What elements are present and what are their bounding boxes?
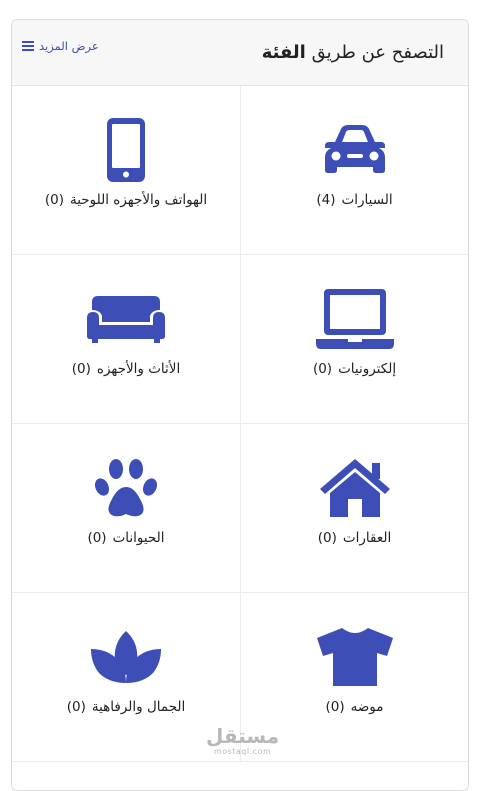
category-furniture-appliances[interactable]: الأثاث والأجهزه (0) — [12, 255, 240, 424]
category-label: موضه (0) — [325, 699, 383, 715]
laptop-icon — [315, 283, 395, 355]
category-label: العقارات (0) — [318, 530, 391, 546]
category-name: الجمال والرفاهية — [91, 699, 186, 715]
category-name: العقارات — [342, 530, 392, 546]
category-count: (4) — [316, 192, 336, 208]
category-animals[interactable]: الحيوانات (0) — [12, 424, 240, 593]
car-icon — [321, 114, 389, 186]
tshirt-icon — [315, 621, 395, 693]
category-count: (0) — [325, 699, 345, 715]
category-cars[interactable]: السيارات (4) — [240, 86, 468, 255]
card-title-emphasis: الفئة — [261, 42, 306, 63]
category-count: (0) — [317, 530, 337, 546]
category-name: الهواتف والأجهزه اللوحية — [69, 192, 208, 208]
category-real-estate[interactable]: العقارات (0) — [240, 424, 468, 593]
category-count: (0) — [87, 530, 107, 546]
category-name: موضه — [350, 699, 384, 715]
lotus-icon — [89, 621, 163, 693]
card-title: التصفح عن طريق الفئة — [262, 42, 444, 63]
category-count: (0) — [312, 361, 333, 377]
category-label: إلكترونيات (0) — [313, 361, 396, 377]
browse-by-category-card: التصفح عن طريق الفئة عرض المزيد السيارات… — [11, 19, 469, 791]
see-more-link[interactable]: عرض المزيد — [22, 39, 99, 53]
category-label: الأثاث والأجهزه (0) — [72, 361, 181, 377]
menu-bars-icon — [22, 40, 34, 51]
category-name: الأثاث والأجهزه — [96, 361, 181, 377]
category-name: إلكترونيات — [338, 361, 397, 377]
category-label: الحيوانات (0) — [87, 530, 164, 546]
category-count: (0) — [66, 699, 86, 715]
watermark-url: mostaql.com — [213, 747, 272, 756]
category-label: السيارات (4) — [316, 192, 392, 208]
category-phones-tablets[interactable]: الهواتف والأجهزه اللوحية (0) — [12, 86, 240, 255]
see-more-label: عرض المزيد — [39, 38, 99, 53]
category-label: الجمال والرفاهية (0) — [67, 699, 186, 715]
watermark-text: مستقل — [206, 724, 280, 748]
category-grid: السيارات (4) الهواتف والأجهزه اللوحية (0… — [12, 86, 468, 762]
card-header: التصفح عن طريق الفئة عرض المزيد — [12, 20, 468, 86]
category-name: الحيوانات — [112, 530, 165, 546]
card-title-text: التصفح عن طريق — [311, 42, 444, 63]
mobile-phone-icon — [106, 114, 146, 186]
category-count: (0) — [71, 361, 91, 377]
watermark-logo: مستقل mostaql.com — [206, 726, 279, 756]
paw-icon — [94, 452, 158, 524]
category-count: (0) — [44, 192, 64, 208]
sofa-icon — [86, 283, 166, 355]
category-label: الهواتف والأجهزه اللوحية (0) — [45, 192, 207, 208]
house-icon — [318, 452, 392, 524]
category-name: السيارات — [341, 192, 393, 208]
category-electronics[interactable]: إلكترونيات (0) — [240, 255, 468, 424]
